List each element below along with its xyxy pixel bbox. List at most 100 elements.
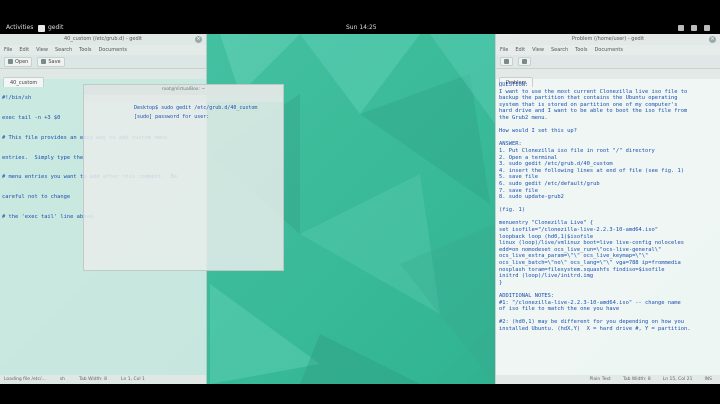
terminal-title[interactable]: root@VirtualBox: ~ [84,85,283,95]
left-menubar: File Edit View Search Tools Documents [0,45,206,55]
menu-documents[interactable]: Documents [98,45,127,55]
code-line: nosplash toram=filesystem.squashfs findi… [499,266,665,273]
save-icon [41,59,47,64]
menu-search[interactable]: Search [55,45,72,55]
code-line: ​ [499,214,717,221]
status-language[interactable]: Plain Text [589,375,610,384]
right-window-title: Problem (/home/user) - gedit [571,36,645,42]
code-line: 5. save file [499,174,538,181]
status-insert-mode: INS [704,377,712,382]
code-line: 4. insert the following lines at end of … [499,167,684,174]
terminal-command-path: grub.d/40_custom [209,105,258,111]
power-icon[interactable] [704,25,710,31]
code-line: hard drive and I want to be able to boot… [499,108,688,115]
code-line: #1: "/clonezilla-live-2.2.3-10-amd64.iso… [499,299,681,306]
top-bar: Activities gedit Sun 14:25 [0,22,720,34]
system-tray[interactable] [678,22,710,31]
menu-file[interactable]: File [4,45,12,55]
code-line: ​ [499,313,717,320]
left-tab-strip: 40_custom [0,69,206,87]
code-line: installed Ubuntu. (hdX,Y) X = hard drive… [499,325,691,332]
save-icon [522,59,527,64]
menu-tools[interactable]: Tools [79,45,91,55]
left-window-titlebar[interactable]: 40_custom (/etc/grub.d) - gedit × [0,34,206,45]
code-line: menuentry "Clonezilla Live" { [499,220,594,227]
code-line: edd=on nomodeset ocs_live_run=\"ocs-live… [499,246,662,253]
menu-view[interactable]: View [532,45,544,55]
right-editor[interactable]: QUESTION: I want to use the most current … [496,79,720,336]
terminal-window[interactable]: root@VirtualBox: ~ Desktop$ sudo gedit /… [83,84,284,271]
volume-icon[interactable] [691,25,697,31]
terminal-command: Desktop$ sudo gedit /etc/grub.d/40_custo… [84,105,283,111]
left-statusbar: Loading file /etc/... sh Tab Width: 8 Ln… [0,375,206,384]
code-line: ​ [499,286,717,293]
code-line: How would I set this up? [499,128,577,135]
right-tab-strip: Problem [496,69,720,87]
screen-bottom-border [0,384,720,404]
close-icon[interactable]: × [195,36,202,43]
open-label: Open [15,58,29,65]
network-icon[interactable] [678,25,684,31]
status-tab-width[interactable]: Tab Width: 8 [79,375,107,384]
code-line: I want to use the most current Clonezill… [499,88,688,95]
close-icon[interactable]: × [709,36,716,43]
clock[interactable]: Sun 14:25 [346,22,377,34]
folder-icon [504,59,509,64]
code-line: backup the partition that contains the U… [499,95,678,102]
menu-edit[interactable]: Edit [515,45,525,55]
code-line: ​ [499,122,717,129]
code-line: system that is stored on partition one o… [499,101,678,108]
activities-button[interactable]: Activities [6,22,33,34]
app-menu-label: gedit [48,24,64,31]
terminal-password-prompt: [sudo] password for user: [134,114,210,120]
tab-40-custom[interactable]: 40_custom [3,77,45,87]
code-line: ANSWER: [499,141,522,148]
code-line: ocs_live_extra_param=\"\" ocs_live_keyma… [499,253,649,260]
code-line: 7. save file [499,187,538,194]
code-line: #2: (hd0,1) may be different for you dep… [499,319,684,326]
code-line: 3. sudo gedit /etc/grub.d/40_custom [499,161,613,168]
code-line: ​ [499,201,717,208]
code-line: of iso file to match the one you have [499,306,620,313]
code-line: 8. sudo update-grub2 [499,194,564,201]
code-line: ​ [499,135,717,142]
menu-tools[interactable]: Tools [575,45,587,55]
status-language[interactable]: sh [60,375,65,384]
right-gedit-window[interactable]: Problem (/home/user) - gedit × File Edit… [495,34,720,384]
right-menubar: File Edit View Search Tools Documents [496,45,720,55]
code-line: linux (loop)/live/vmlinuz boot=live live… [499,240,684,247]
code-line: loopback loop (hd0,1)$isofile [499,233,594,240]
menu-edit[interactable]: Edit [19,45,29,55]
open-button[interactable]: Open [4,56,33,67]
status-tab-width[interactable]: Tab Width: 8 [623,375,651,384]
right-toolbar [496,55,720,69]
left-toolbar: Open Save [0,55,206,69]
left-window-title: 40_custom (/etc/grub.d) - gedit [63,36,142,42]
status-loading: Loading file /etc/... [4,377,46,382]
save-button[interactable]: Save [37,56,65,67]
code-line: } [499,279,503,286]
code-line: the Grub2 menu. [499,114,548,121]
code-line: 1. Put Clonezilla iso file in root "/" d… [499,147,655,154]
open-button[interactable] [500,57,513,66]
save-button[interactable] [518,57,531,66]
code-line: ocs_live_batch=\"no\" ocs_lang=\"\" vga=… [499,260,681,267]
terminal-menubar [84,95,283,102]
status-position: Ln 1, Col 1 [120,377,145,382]
code-line: ADDITIONAL NOTES: [499,293,555,299]
gedit-app-icon [38,24,45,32]
code-line: set isofile="/clonezilla-live-2.2.3-10-a… [499,227,659,234]
terminal-command-prefix: Desktop$ sudo gedit /etc/ [134,105,210,111]
menu-file[interactable]: File [500,45,508,55]
status-position: Ln 15, Col 21 [662,377,693,382]
right-window-titlebar[interactable]: Problem (/home/user) - gedit × [496,34,720,45]
app-menu[interactable]: gedit [38,22,63,34]
code-line: (fig. 1) [499,207,525,214]
code-line: 6. sudo gedit /etc/default/grub [499,180,600,187]
menu-search[interactable]: Search [551,45,568,55]
folder-icon [8,59,13,64]
code-line: 2. Open a terminal [499,154,558,161]
save-label: Save [48,58,61,65]
menu-documents[interactable]: Documents [594,45,623,55]
menu-view[interactable]: View [36,45,48,55]
